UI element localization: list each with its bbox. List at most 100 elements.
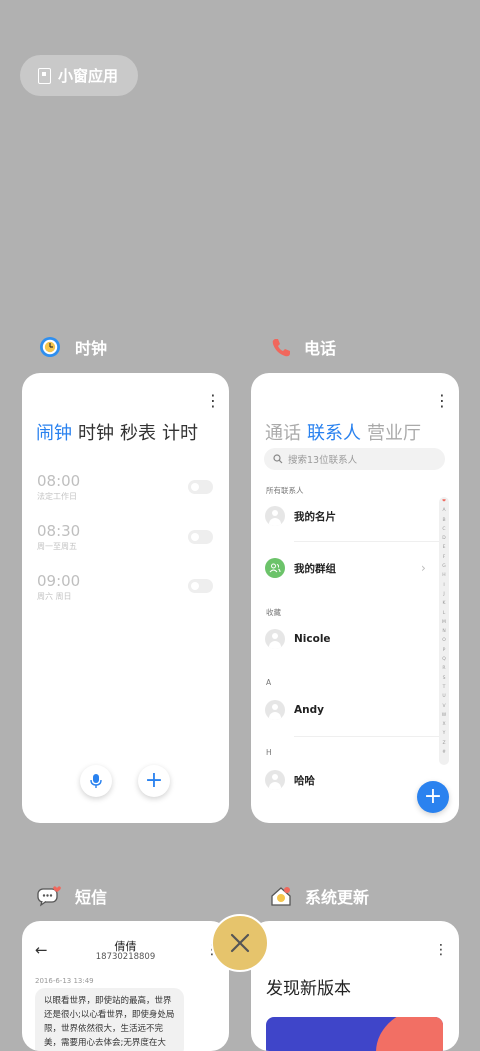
alphabet-index-letter[interactable]: Y: [439, 729, 449, 738]
group-icon: [265, 558, 285, 578]
banner-shape: [376, 1017, 443, 1051]
alarm-item[interactable]: 09:00 周六 周日: [37, 572, 80, 602]
alphabet-index-letter[interactable]: #: [439, 748, 449, 757]
alphabet-index-letter[interactable]: T: [439, 683, 449, 692]
clock-app-card[interactable]: ⋮ 闹钟 时钟 秒表 计时 08:00 法定工作日 08:30 周一至周五 09…: [22, 373, 229, 823]
alarm-item[interactable]: 08:30 周一至周五: [37, 522, 80, 552]
alphabet-index-letter[interactable]: Q: [439, 655, 449, 664]
alarm-repeat: 周一至周五: [37, 542, 77, 551]
alphabet-index-letter[interactable]: Z: [439, 739, 449, 748]
tab-clock[interactable]: 时钟: [78, 419, 114, 445]
phone-app-icon: [272, 339, 290, 357]
contact-search-field[interactable]: 搜索13位联系人: [264, 448, 445, 470]
update-app-header[interactable]: 系统更新: [269, 884, 369, 908]
alphabet-index-letter[interactable]: C: [439, 525, 449, 534]
more-options-icon[interactable]: ⋮: [434, 943, 448, 957]
tab-contacts[interactable]: 联系人: [307, 419, 361, 445]
messages-app-header[interactable]: 短信: [37, 884, 107, 908]
update-banner: [266, 1017, 443, 1051]
alarm-time: 09:00: [37, 572, 81, 590]
my-groups-row[interactable]: 我的群组: [265, 558, 336, 578]
alphabet-index-letter[interactable]: L: [439, 609, 449, 618]
clock-tabs: 闹钟 时钟 秒表 计时: [36, 419, 198, 445]
close-icon: [230, 933, 250, 953]
phone-app-card[interactable]: ⋮ 通话 联系人 营业厅 搜索13位联系人 所有联系人 我的名片 我的群组 › …: [251, 373, 459, 823]
alarm-repeat: 法定工作日: [37, 492, 77, 501]
alphabet-index-letter[interactable]: N: [439, 627, 449, 636]
system-update-icon: [271, 887, 291, 906]
alphabet-index-letter[interactable]: D: [439, 534, 449, 543]
alarm-toggle[interactable]: [188, 579, 213, 593]
clear-all-button[interactable]: [211, 914, 269, 972]
tab-calls[interactable]: 通话: [265, 419, 301, 445]
alphabet-index-letter[interactable]: P: [439, 646, 449, 655]
alphabet-index-letter[interactable]: X: [439, 720, 449, 729]
messages-app-icon: [37, 886, 61, 907]
alphabet-index-letter[interactable]: M: [439, 618, 449, 627]
avatar: [265, 700, 285, 720]
alarm-repeat: 周六 周日: [37, 592, 72, 601]
clock-app-name: 时钟: [75, 339, 108, 358]
alphabet-index-letter[interactable]: B: [439, 516, 449, 525]
alphabet-index-letter[interactable]: W: [439, 711, 449, 720]
avatar: [265, 629, 285, 649]
plus-icon: +: [144, 767, 164, 793]
update-app-card[interactable]: ⋮ 发现新版本: [251, 921, 459, 1051]
messages-app-card[interactable]: ← 倩倩 18730218809 ⋮ 2016-6-13 13:49 以眼看世界…: [22, 921, 229, 1051]
messages-app-name: 短信: [75, 888, 108, 907]
tab-service-hall[interactable]: 营业厅: [367, 419, 421, 445]
contact-row[interactable]: Andy: [265, 700, 324, 720]
search-placeholder: 搜索13位联系人: [288, 455, 358, 466]
section-header-h: H: [266, 748, 272, 757]
tab-alarm[interactable]: 闹钟: [36, 419, 72, 445]
small-window-icon: [38, 67, 51, 84]
my-card-row[interactable]: 我的名片: [265, 506, 336, 526]
alphabet-index-letter[interactable]: K: [439, 599, 449, 608]
small-window-button[interactable]: 小窗应用: [20, 55, 138, 96]
phone-tabs: 通话 联系人 营业厅: [265, 419, 421, 445]
my-groups-label: 我的群组: [294, 562, 336, 575]
search-icon: [273, 454, 283, 464]
chevron-right-icon: ›: [421, 561, 426, 575]
more-options-icon[interactable]: ⋮: [434, 393, 450, 409]
avatar: [265, 770, 285, 790]
add-contact-button[interactable]: +: [417, 781, 449, 813]
contact-name: Nicole: [294, 633, 331, 645]
more-options-icon[interactable]: ⋮: [205, 393, 221, 409]
alphabet-index-letter[interactable]: J: [439, 590, 449, 599]
divider: [294, 541, 439, 542]
alphabet-index-letter[interactable]: S: [439, 674, 449, 683]
all-contacts-label: 所有联系人: [266, 486, 304, 495]
alphabet-index-letter[interactable]: U: [439, 692, 449, 701]
alphabet-index-letter[interactable]: V: [439, 702, 449, 711]
add-alarm-button[interactable]: +: [138, 765, 170, 797]
tab-stopwatch[interactable]: 秒表: [120, 419, 156, 445]
alarm-toggle[interactable]: [188, 530, 213, 544]
section-header-a: A: [266, 678, 272, 687]
alphabet-index-letter[interactable]: I: [439, 581, 449, 590]
plus-icon: +: [423, 783, 443, 809]
alphabet-index-letter[interactable]: R: [439, 664, 449, 673]
alphabet-index-letter[interactable]: A: [439, 506, 449, 515]
contact-row[interactable]: 哈哈: [265, 770, 315, 790]
favorites-label: 收藏: [266, 608, 281, 617]
alphabet-index-letter[interactable]: G: [439, 562, 449, 571]
alphabet-index-letter[interactable]: O: [439, 636, 449, 645]
alphabet-index-letter[interactable]: F: [439, 553, 449, 562]
tab-timer[interactable]: 计时: [162, 419, 198, 445]
contact-name: 哈哈: [294, 774, 315, 787]
alphabet-index[interactable]: ❤ A B C D E F G H I J K L M N O P Q R S T U V W X Y Z #: [439, 497, 449, 765]
alphabet-index-letter[interactable]: ❤: [439, 497, 449, 506]
message-bubble[interactable]: 以眼看世界，即使站的最高，世界还是很小;以心看世界，即使身处局限，世界依然很大，…: [35, 988, 184, 1051]
contact-row[interactable]: Nicole: [265, 629, 331, 649]
message-timestamp: 2016-6-13 13:49: [35, 977, 94, 985]
alarm-item[interactable]: 08:00 法定工作日: [37, 472, 80, 502]
alarm-toggle[interactable]: [188, 480, 213, 494]
alphabet-index-letter[interactable]: H: [439, 571, 449, 580]
voice-alarm-button[interactable]: [80, 765, 112, 797]
alphabet-index-letter[interactable]: E: [439, 543, 449, 552]
phone-app-header[interactable]: 电话: [270, 335, 336, 359]
new-version-title: 发现新版本: [266, 979, 351, 999]
clock-app-header[interactable]: 时钟: [39, 335, 107, 359]
alarm-time: 08:00: [37, 472, 81, 490]
